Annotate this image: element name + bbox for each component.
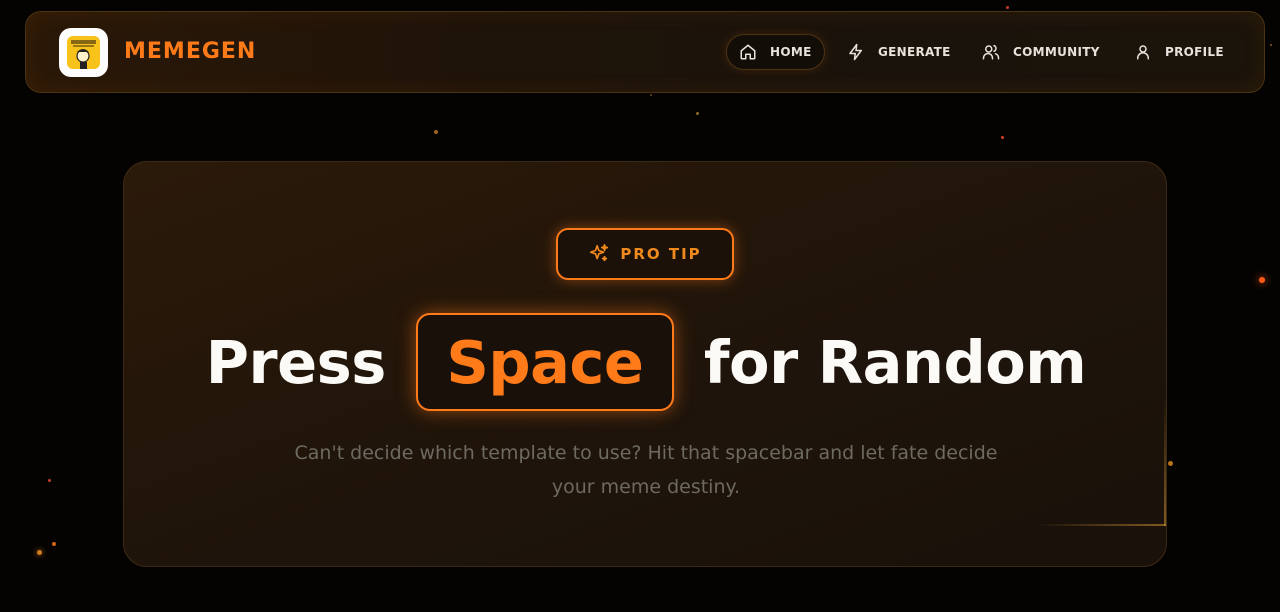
nav-profile[interactable]: PROFILE [1134,34,1224,70]
ember-particle [1001,136,1004,139]
hero-accent-line [1164,396,1166,526]
logo-image [67,36,100,69]
ember-particle [434,130,438,134]
pro-tip-badge: PRO TIP [556,228,734,280]
sparkles-icon [588,243,610,265]
logo[interactable] [59,28,108,77]
brand-name[interactable]: MEMEGEN [124,39,256,64]
pro-tip-label: PRO TIP [620,245,702,263]
hero-subtext: Can't decide which template to use? Hit … [294,442,998,498]
top-navbar: MEMEGEN HOME GENERATE COMMUNITY PROFILE [25,11,1265,93]
bolt-icon [847,43,865,61]
ember-particle [650,94,652,96]
hero-accent-line [1036,524,1166,526]
hero-card: PRO TIP Press Space for Random Can't dec… [123,161,1167,567]
user-icon [1134,43,1152,61]
space-key[interactable]: Space [415,313,674,411]
hero-headline: Press Space for Random [124,312,1166,412]
nav-home[interactable]: HOME [726,34,825,70]
nav-profile-label: PROFILE [1165,45,1224,59]
space-key-label: Space [446,327,644,397]
home-icon [739,43,757,61]
ember-particle [696,112,699,115]
users-icon [982,43,1000,61]
ember-particle [1006,6,1009,9]
nav-generate-label: GENERATE [878,45,951,59]
nav-generate[interactable]: GENERATE [847,34,951,70]
ember-particle [52,542,56,546]
ember-particle [1168,461,1173,466]
ember-particle [1259,277,1265,283]
headline-for-random: for Random [703,327,1087,397]
headline-press: Press [205,327,387,397]
ember-particle [37,550,42,555]
nav-community-label: COMMUNITY [1013,45,1100,59]
ember-particle [48,479,51,482]
nav-home-label: HOME [770,45,812,59]
nav-community[interactable]: COMMUNITY [982,34,1100,70]
ember-particle [1270,44,1272,46]
